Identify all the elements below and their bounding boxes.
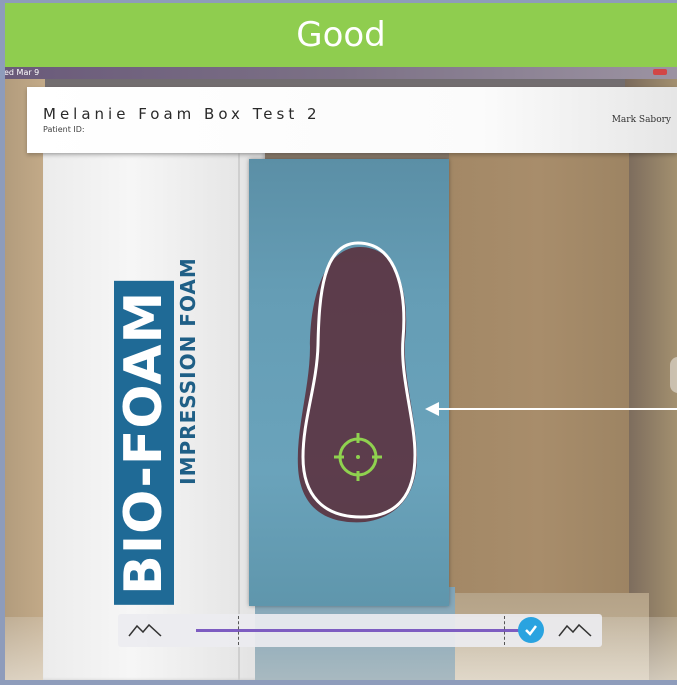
quality-banner: Good: [5, 3, 677, 67]
scan-overlay: [297, 241, 677, 523]
camera-view[interactable]: BIO-FOAM IMPRESSION FOAM Melanie Foam Bo…: [5, 67, 677, 680]
depth-slider[interactable]: [118, 614, 602, 647]
mountain-low-icon[interactable]: [128, 622, 162, 638]
checkmark-icon: [525, 625, 537, 636]
slider-tick-right: [504, 616, 505, 645]
slider-handle[interactable]: [518, 617, 544, 643]
crosshair-center: [356, 455, 360, 459]
slider-track[interactable]: [196, 629, 526, 632]
app-frame: Good BIO-FOAM IMPRESSION FOAM Melanie Fo…: [0, 0, 677, 685]
side-handle[interactable]: [670, 357, 677, 393]
foot-impression: [297, 247, 417, 523]
quality-label: Good: [296, 15, 386, 55]
mountain-high-icon[interactable]: [558, 622, 592, 638]
pointer-arrow-icon: [425, 402, 677, 416]
slider-tick-left: [238, 616, 239, 645]
